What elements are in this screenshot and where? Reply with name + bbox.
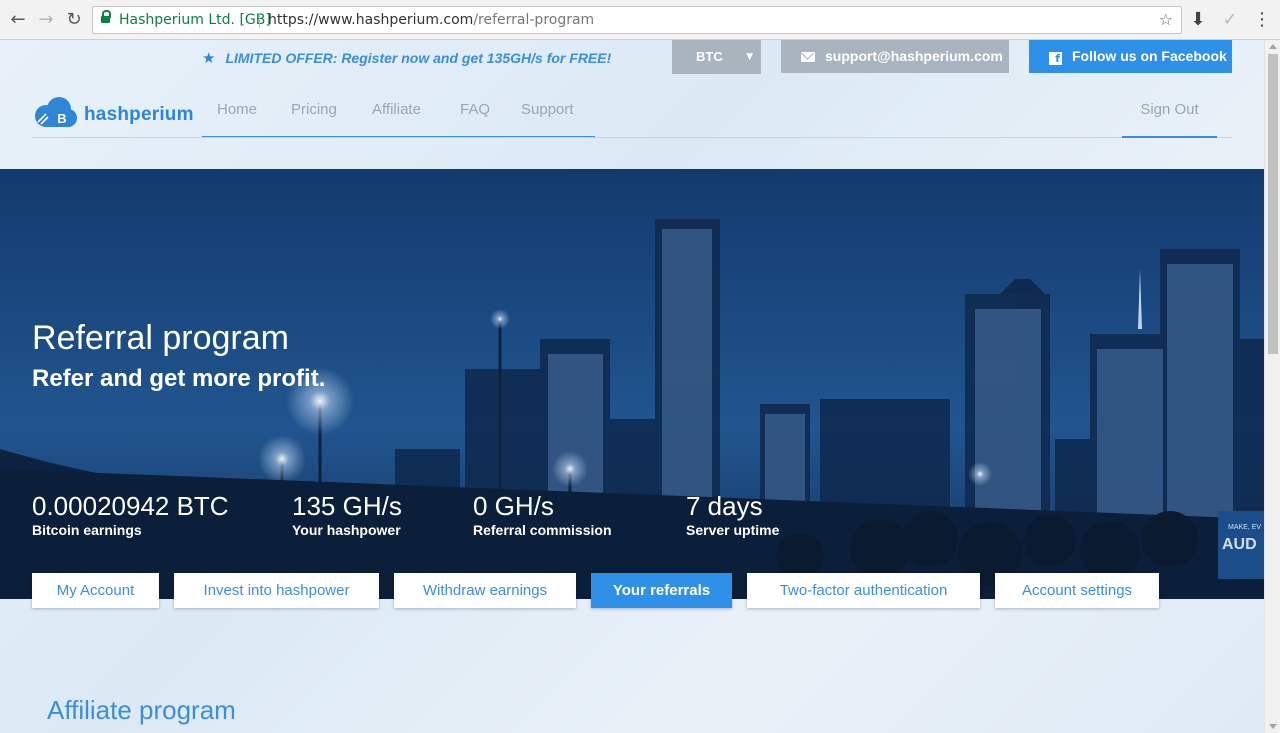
tab-your-referrals[interactable]: Your referrals: [591, 573, 732, 608]
stat-value: 0 GH/s: [473, 491, 554, 521]
currency-select[interactable]: BTC ▼: [672, 40, 761, 74]
main-navigation: Home Pricing Affiliate FAQ Support: [202, 96, 595, 138]
reload-icon[interactable]: ↻: [63, 9, 85, 31]
stat-value: 7 days: [686, 491, 763, 521]
extension-check-icon[interactable]: ✓: [1219, 9, 1241, 31]
menu-kebab-icon[interactable]: ⋮: [1251, 9, 1273, 31]
scrollbar-thumb[interactable]: [1268, 54, 1278, 354]
tab-account-settings[interactable]: Account settings: [995, 573, 1159, 608]
currency-value: BTC: [696, 49, 723, 64]
url-origin: https://www.hashperium.com: [268, 12, 474, 28]
stat-server-uptime: 7 days Server uptime: [686, 491, 779, 538]
support-email-button[interactable]: support@hashperium.com: [781, 40, 1009, 73]
bookmark-star-icon[interactable]: ☆: [1159, 7, 1173, 33]
offer-text: LIMITED OFFER: Register now and get 135G…: [225, 50, 612, 66]
omnibox-divider: [259, 13, 260, 28]
stat-referral-commission: 0 GH/s Referral commission: [473, 491, 612, 538]
stat-value: 0.00020942 BTC: [32, 491, 229, 521]
tab-two-factor-auth[interactable]: Two-factor authentication: [747, 573, 980, 608]
hero-title: Referral program: [32, 319, 289, 357]
stat-label: Server uptime: [686, 522, 780, 538]
stat-value: 135 GH/s: [292, 491, 402, 521]
tab-withdraw-earnings[interactable]: Withdraw earnings: [394, 573, 576, 608]
scroll-down-arrow-icon[interactable]: [1269, 724, 1277, 729]
logo-text: hashperium: [84, 104, 194, 125]
support-email: support@hashperium.com: [825, 48, 1003, 64]
tab-invest-hashpower[interactable]: Invest into hashpower: [174, 573, 379, 608]
site-identity: Hashperium Ltd. [GB]: [119, 12, 271, 28]
stat-label: Referral commission: [473, 522, 612, 538]
browser-toolbar: ← → ↻ Hashperium Ltd. [GB] https://www.h…: [0, 0, 1280, 40]
facebook-label: Follow us on Facebook: [1072, 48, 1227, 64]
nav-home[interactable]: Home: [217, 101, 257, 118]
stat-label: Your hashpower: [292, 522, 401, 538]
stat-label: Bitcoin earnings: [32, 522, 142, 538]
facebook-button[interactable]: f Follow us on Facebook: [1029, 40, 1232, 73]
header-divider: [32, 137, 1232, 138]
stat-bitcoin-earnings: 0.00020942 BTC Bitcoin earnings: [32, 491, 229, 538]
url-path: /referral-program: [473, 12, 595, 28]
nav-faq[interactable]: FAQ: [460, 101, 490, 118]
page-scrollbar[interactable]: [1264, 40, 1280, 733]
limited-offer-banner[interactable]: ★ LIMITED OFFER: Register now and get 135…: [202, 49, 611, 67]
envelope-icon: [801, 52, 815, 62]
stat-hashpower: 135 GH/s Your hashpower: [292, 491, 402, 538]
nav-support[interactable]: Support: [521, 101, 574, 118]
svg-text:MAKE, EV: MAKE, EV: [1228, 524, 1261, 531]
forward-icon[interactable]: →: [35, 9, 57, 31]
affiliate-program-heading: Affiliate program: [47, 695, 236, 725]
star-icon: ★: [202, 49, 216, 67]
facebook-icon: f: [1049, 52, 1062, 65]
address-bar[interactable]: Hashperium Ltd. [GB] https://www.hashper…: [92, 6, 1182, 34]
logo-badge: B: [57, 111, 66, 126]
hero-banner: MAKE, EV AUD Referral program Refer and …: [0, 169, 1264, 599]
back-icon[interactable]: ←: [7, 9, 29, 31]
lock-icon: [101, 10, 111, 25]
scroll-up-arrow-icon[interactable]: [1269, 44, 1277, 49]
page-content: ★ LIMITED OFFER: Register now and get 135…: [0, 40, 1264, 733]
caret-down-icon: ▼: [746, 52, 753, 62]
download-icon[interactable]: ⬇: [1187, 9, 1209, 31]
url-text: https://www.hashperium.com/referral-prog…: [268, 7, 594, 33]
nav-affiliate[interactable]: Affiliate: [372, 101, 421, 118]
hero-subtitle: Refer and get more profit.: [32, 365, 326, 392]
nav-pricing[interactable]: Pricing: [291, 101, 337, 118]
sign-out-link[interactable]: Sign Out: [1122, 96, 1217, 138]
tab-my-account[interactable]: My Account: [32, 573, 159, 608]
cloud-logo-icon: B: [35, 97, 77, 127]
svg-text:AUD: AUD: [1222, 536, 1257, 553]
